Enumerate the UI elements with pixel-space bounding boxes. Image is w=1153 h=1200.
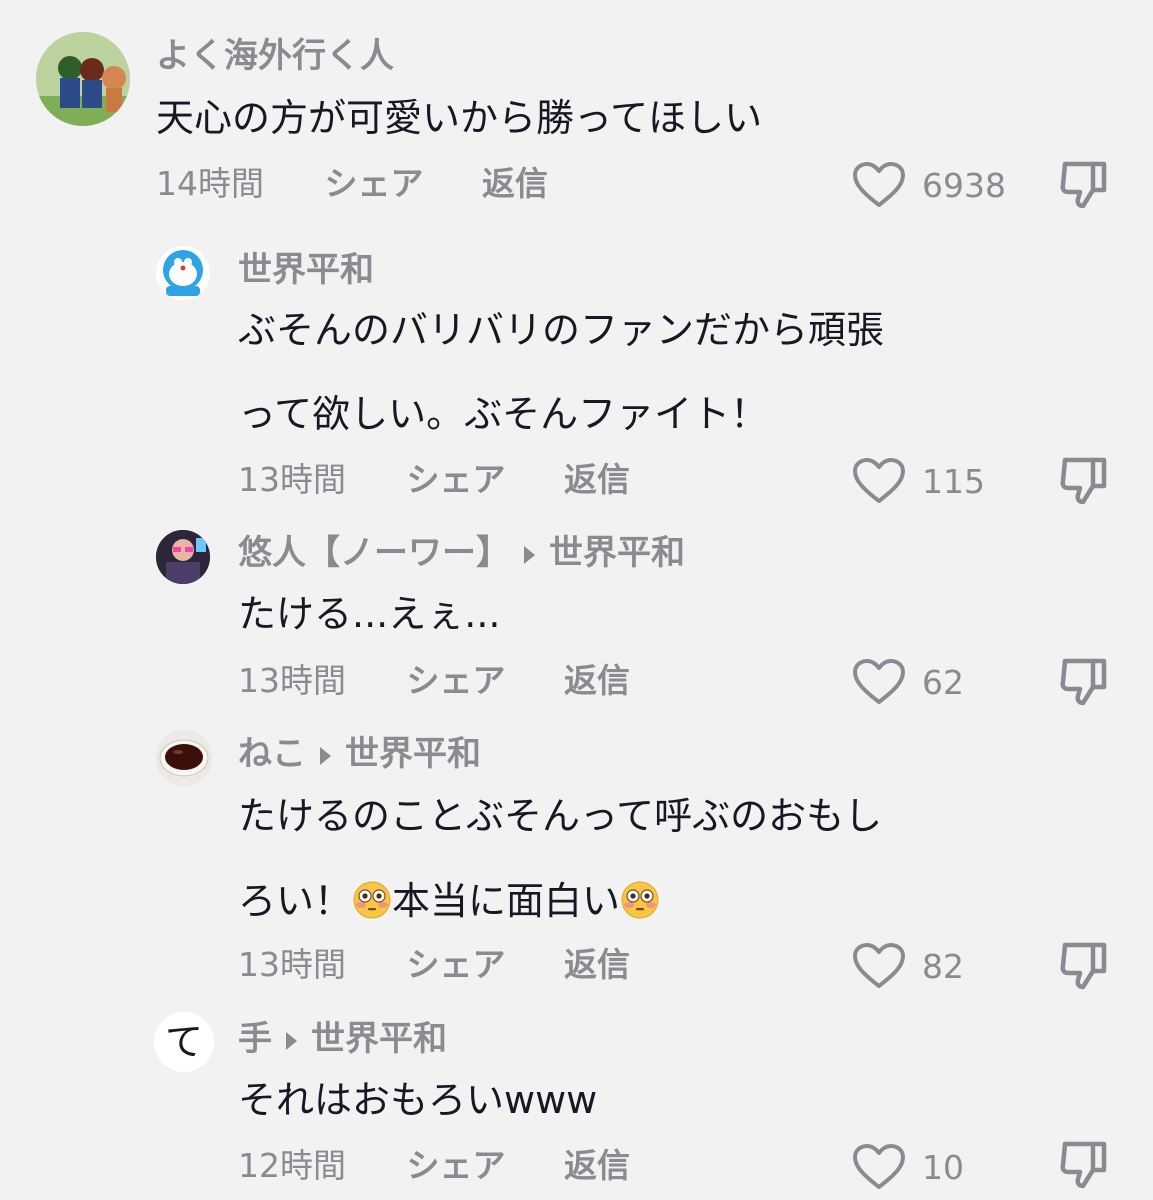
comment-time: 12時間 bbox=[238, 1146, 346, 1185]
heart-icon[interactable] bbox=[852, 1143, 906, 1191]
reply-to-username[interactable]: 世界平和 bbox=[549, 533, 685, 573]
mario-luigi-avatar-icon[interactable] bbox=[36, 32, 130, 126]
heart-icon[interactable] bbox=[852, 161, 906, 209]
like-button[interactable]: 62 bbox=[852, 657, 964, 707]
dislike-icon[interactable] bbox=[1056, 939, 1110, 993]
share-button[interactable]: シェア bbox=[407, 661, 506, 701]
like-count: 82 bbox=[922, 946, 964, 986]
reply-button[interactable]: 返信 bbox=[564, 1146, 630, 1186]
reply-button[interactable]: 返信 bbox=[564, 661, 630, 701]
dislike-icon[interactable] bbox=[1056, 454, 1110, 508]
comment-meta: 13時間 シェア 返信 bbox=[238, 661, 630, 701]
reply-arrow-icon bbox=[524, 545, 535, 564]
dislike-icon[interactable] bbox=[1056, 655, 1110, 709]
comment-text: 天心の方が可愛いから勝ってほしい bbox=[156, 96, 763, 140]
like-button[interactable]: 10 bbox=[852, 1142, 964, 1192]
comment-meta: 13時間 シェア 返信 bbox=[238, 460, 630, 500]
like-count: 62 bbox=[922, 662, 964, 702]
comment-username[interactable]: よく海外行く人 bbox=[156, 36, 394, 76]
share-button[interactable]: シェア bbox=[407, 1146, 506, 1186]
reply-button[interactable]: 返信 bbox=[482, 164, 548, 204]
comment-text-line: って欲しい。ぶそんファイト！ bbox=[238, 392, 769, 436]
comment-text: たけるのことぶそんって呼ぶのおもし bbox=[238, 794, 883, 838]
avatar-character: て bbox=[164, 1020, 203, 1064]
flushed-face-emoji-icon bbox=[621, 881, 659, 919]
reply-button[interactable]: 返信 bbox=[564, 945, 630, 985]
heart-icon[interactable] bbox=[852, 942, 906, 990]
comment-meta: 14時間 シェア 返信 bbox=[156, 164, 548, 204]
reply-to-username[interactable]: 世界平和 bbox=[345, 734, 481, 774]
flushed-face-emoji-icon bbox=[353, 881, 391, 919]
reply-arrow-icon bbox=[320, 746, 331, 765]
comment-time: 13時間 bbox=[238, 460, 346, 499]
doraemon-avatar-icon[interactable] bbox=[156, 246, 210, 300]
heart-icon[interactable] bbox=[852, 457, 906, 505]
reply-username[interactable]: 悠人【ノーワー】 bbox=[238, 533, 510, 573]
comment-username[interactable]: 手世界平和 bbox=[238, 1019, 447, 1059]
heart-icon[interactable] bbox=[852, 658, 906, 706]
like-button[interactable]: 115 bbox=[852, 456, 985, 506]
like-count: 115 bbox=[922, 461, 985, 501]
reply-to-username[interactable]: 世界平和 bbox=[311, 1019, 447, 1059]
share-button[interactable]: シェア bbox=[407, 945, 506, 985]
like-button[interactable]: 6938 bbox=[852, 160, 1006, 210]
text-segment: ろい！ bbox=[238, 879, 353, 923]
share-button[interactable]: シェア bbox=[407, 460, 506, 500]
like-count: 6938 bbox=[922, 165, 1006, 205]
comment-username[interactable]: 世界平和 bbox=[238, 250, 374, 290]
comment-time: 13時間 bbox=[238, 945, 346, 984]
reply-username[interactable]: ねこ bbox=[238, 734, 306, 774]
text-segment: 本当に面白い bbox=[392, 879, 621, 923]
comment-text: たける...えぇ... bbox=[238, 592, 501, 636]
comment-meta: 12時間 シェア 返信 bbox=[238, 1146, 630, 1186]
share-button[interactable]: シェア bbox=[325, 164, 424, 204]
like-count: 10 bbox=[922, 1147, 964, 1187]
person-photo-avatar-icon[interactable] bbox=[156, 530, 210, 584]
like-button[interactable]: 82 bbox=[852, 941, 964, 991]
comment-text: ぶそんのバリバリのファンだから頑張 bbox=[238, 308, 885, 352]
dislike-icon[interactable] bbox=[1056, 158, 1110, 212]
reply-button[interactable]: 返信 bbox=[564, 460, 630, 500]
comment-text-line: ろい！ 本当に面白い bbox=[238, 880, 660, 921]
tea-cup-avatar-icon[interactable] bbox=[156, 730, 212, 786]
comment-meta: 13時間 シェア 返信 bbox=[238, 945, 630, 985]
comment-time: 13時間 bbox=[238, 661, 346, 700]
comment-username[interactable]: 悠人【ノーワー】 世界平和 bbox=[238, 533, 685, 573]
reply-username[interactable]: 手 bbox=[238, 1019, 272, 1059]
comment-text: それはおもろいwww bbox=[238, 1078, 598, 1122]
comment-time: 14時間 bbox=[156, 164, 264, 203]
te-character-avatar-icon[interactable]: て bbox=[154, 1012, 214, 1072]
comment-username[interactable]: ねこ 世界平和 bbox=[238, 734, 481, 774]
dislike-icon[interactable] bbox=[1056, 1138, 1110, 1192]
reply-arrow-icon bbox=[286, 1031, 297, 1050]
